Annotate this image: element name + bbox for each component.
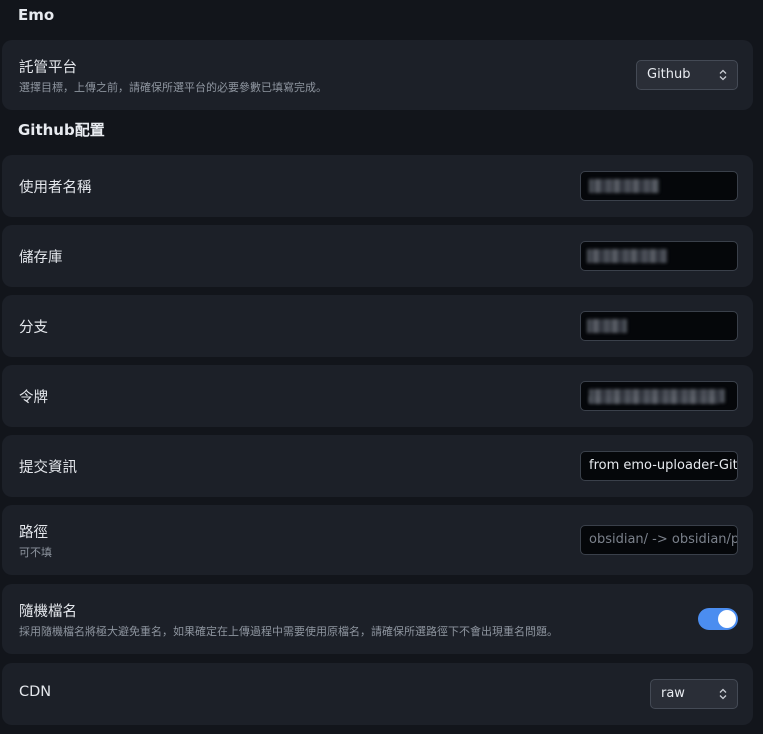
setting-username: 使用者名稱 xyxy=(2,155,753,217)
settings-panel: Emo 託管平台 選擇目標，上傳之前，請確保所選平台的必要參數已填寫完成。 Gi… xyxy=(0,0,763,734)
redacted-value xyxy=(587,319,627,333)
random-filename-toggle[interactable] xyxy=(698,608,738,630)
setting-label: 使用者名稱 xyxy=(19,180,92,196)
setting-token: 令牌 xyxy=(2,365,753,427)
setting-label: 託管平台 xyxy=(19,60,77,76)
redacted-value xyxy=(589,179,659,193)
select-value: raw xyxy=(661,686,685,701)
setting-label: CDN xyxy=(19,684,52,700)
setting-description: 採用隨機檔名將極大避免重名，如果確定在上傳過程中需要使用原檔名，請確保所選路徑下… xyxy=(19,625,558,638)
setting-label: 隨機檔名 xyxy=(19,604,77,620)
setting-repository: 儲存庫 xyxy=(2,225,753,287)
setting-label: 儲存庫 xyxy=(19,250,63,266)
setting-description: 可不填 xyxy=(19,546,52,559)
setting-label: 路徑 xyxy=(19,525,48,541)
redacted-value xyxy=(589,396,719,404)
setting-branch: 分支 xyxy=(2,295,753,357)
setting-cdn: CDN raw xyxy=(2,663,753,725)
username-input[interactable] xyxy=(580,171,738,201)
redacted-value xyxy=(587,249,667,263)
setting-description: 選擇目標，上傳之前，請確保所選平台的必要參數已填寫完成。 xyxy=(19,81,327,94)
setting-label: 令牌 xyxy=(19,390,48,406)
cdn-select[interactable]: raw xyxy=(650,679,738,709)
input-value: from emo-uploader-Git xyxy=(589,458,738,473)
setting-path: 路徑 可不填 obsidian/ -> obsidian/p xyxy=(2,505,753,575)
repository-input[interactable] xyxy=(580,241,738,271)
chevron-updown-icon xyxy=(719,688,727,700)
setting-label: 分支 xyxy=(19,320,48,336)
input-placeholder: obsidian/ -> obsidian/p xyxy=(589,532,738,547)
setting-label: 提交資訊 xyxy=(19,460,77,476)
token-input[interactable] xyxy=(580,381,738,411)
commit-message-input[interactable]: from emo-uploader-Git xyxy=(580,451,738,481)
setting-commit-message: 提交資訊 from emo-uploader-Git xyxy=(2,435,753,497)
toggle-knob xyxy=(718,610,736,628)
setting-random-filename: 隨機檔名 採用隨機檔名將極大避免重名，如果確定在上傳過程中需要使用原檔名，請確保… xyxy=(2,584,753,654)
section-heading-emo: Emo xyxy=(18,6,55,24)
select-value: Github xyxy=(647,67,691,82)
path-input[interactable]: obsidian/ -> obsidian/p xyxy=(580,525,738,555)
branch-input[interactable] xyxy=(580,311,738,341)
hosting-platform-select[interactable]: Github xyxy=(636,60,738,90)
setting-hosting-platform: 託管平台 選擇目標，上傳之前，請確保所選平台的必要參數已填寫完成。 Github xyxy=(2,40,753,110)
chevron-updown-icon xyxy=(719,69,727,81)
section-heading-github-config: Github配置 xyxy=(18,121,105,139)
